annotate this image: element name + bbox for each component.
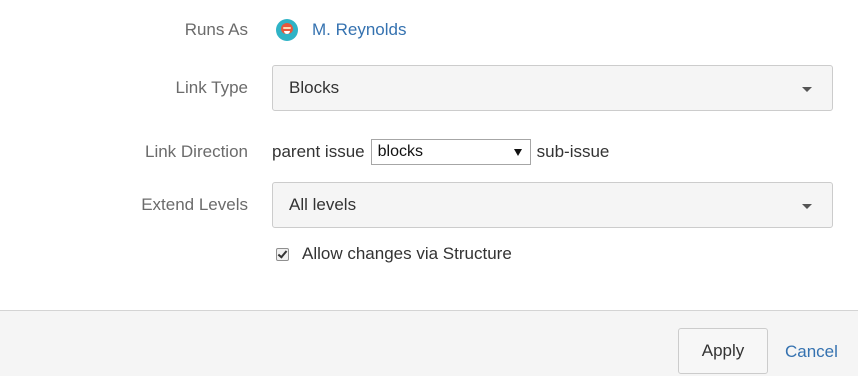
extend-levels-selected-value: All levels [289,195,357,214]
extend-levels-row: Extend Levels All levels [0,181,858,229]
link-direction-label: Link Direction [145,142,248,161]
runs-as-row: Runs As M. Reynolds [0,12,858,48]
link-type-row: Link Type Blocks [0,64,858,112]
runs-as-user-link[interactable]: M. Reynolds [312,20,406,40]
link-direction-prefix: parent issue [272,142,365,161]
link-direction-row: Link Direction parent issue blocks sub-i… [0,134,858,170]
link-direction-selected-value: blocks [377,143,423,160]
runs-as-label: Runs As [184,20,248,39]
allow-changes-row: Allow changes via Structure [0,236,858,272]
allow-changes-label[interactable]: Allow changes via Structure [302,244,512,264]
user-avatar-icon [276,19,298,41]
link-direction-select[interactable]: blocks [370,139,531,165]
link-direction-suffix: sub-issue [536,142,610,161]
link-type-selected-value: Blocks [289,78,340,97]
extend-levels-select[interactable]: All levels [272,182,833,228]
apply-button[interactable]: Apply [678,328,768,374]
runs-as-value: M. Reynolds [272,19,406,41]
triangle-down-icon [513,149,522,156]
checkmark-icon [277,247,288,259]
link-type-label: Link Type [175,78,248,97]
cancel-link[interactable]: Cancel [785,342,838,362]
chevron-down-icon [802,204,812,209]
link-type-select[interactable]: Blocks [272,65,833,111]
dialog-footer: Apply Cancel [0,311,858,376]
allow-changes-checkbox[interactable] [276,247,289,261]
extend-levels-label: Extend Levels [141,195,248,214]
chevron-down-icon [802,87,812,92]
